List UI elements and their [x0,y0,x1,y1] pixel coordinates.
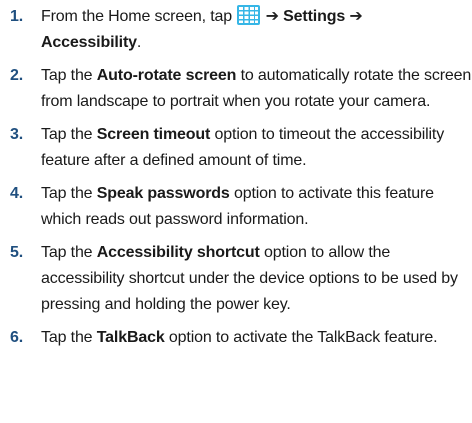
step-number: 1. [10,8,24,25]
arrow-icon: ➔ [265,8,279,25]
step-text: From the Home screen, tap [41,8,237,25]
step-text: Tap the [41,329,97,346]
step-3: 3. Tap the Screen timeout option to time… [0,122,472,174]
option-name: Speak passwords [96,185,230,202]
step-4: 4. Tap the Speak passwords option to act… [0,181,472,233]
arrow-icon: ➔ [349,8,363,25]
apps-grid-icon [237,5,261,25]
step-number: 2. [10,67,24,84]
menu-path-settings: Settings [283,8,346,25]
step-text: Tap the [41,185,97,202]
step-number: 5. [10,244,24,261]
step-text: option to activate the TalkBack feature. [164,329,438,346]
step-2: 2. Tap the Auto-rotate screen to automat… [0,63,472,115]
step-text: Tap the [41,244,97,261]
step-text: Tap the [41,67,97,84]
step-text: . [136,34,142,51]
option-name: Screen timeout [96,126,211,143]
step-1: 1. From the Home screen, tap ➔ Settings … [0,4,472,56]
instruction-list: 1. From the Home screen, tap ➔ Settings … [0,4,472,358]
menu-path-accessibility: Accessibility [41,34,137,51]
option-name: Accessibility shortcut [96,244,260,261]
step-text: Tap the [41,126,97,143]
step-number: 3. [10,126,24,143]
step-5: 5. Tap the Accessibility shortcut option… [0,240,472,318]
step-number: 6. [10,329,24,346]
option-name: Auto-rotate screen [96,67,237,84]
step-6: 6. Tap the TalkBack option to activate t… [0,325,472,351]
step-number: 4. [10,185,24,202]
option-name: TalkBack [96,329,165,346]
